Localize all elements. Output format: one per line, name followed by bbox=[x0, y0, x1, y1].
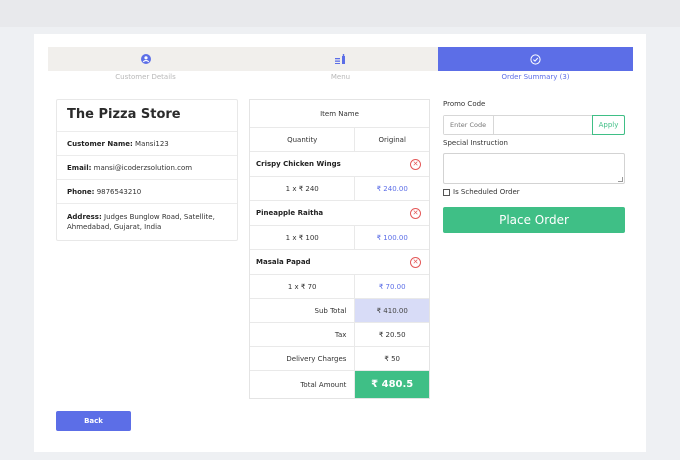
resize-grip-icon[interactable] bbox=[618, 177, 623, 182]
remove-item-icon[interactable]: ✕ bbox=[410, 256, 421, 268]
browser-top-bar bbox=[0, 0, 680, 27]
step-label: Order Summary (3) bbox=[438, 71, 633, 85]
col-quantity-header: Quantity bbox=[250, 128, 356, 151]
step-label: Customer Details bbox=[48, 71, 243, 85]
remove-item-icon[interactable]: ✕ bbox=[410, 207, 421, 219]
store-title: The Pizza Store bbox=[57, 100, 237, 132]
list-item: Crispy Chicken Wings ✕ bbox=[250, 152, 429, 176]
step-order-summary[interactable]: Order Summary (3) bbox=[438, 47, 633, 85]
step-menu[interactable]: Menu bbox=[243, 47, 438, 85]
scheduled-order-checkbox[interactable] bbox=[443, 188, 450, 196]
phone-value: 9876543210 bbox=[96, 187, 142, 196]
email-row: Email: mansi@icoderzsolution.com bbox=[57, 156, 237, 180]
apply-button[interactable]: Apply bbox=[592, 115, 625, 135]
store-info-card: The Pizza Store Customer Name: Mansi123 … bbox=[56, 99, 238, 241]
subtotal-value: ₹ 410.00 bbox=[355, 299, 429, 322]
order-items-table: Item Name Quantity Original Crispy Chick… bbox=[249, 99, 430, 399]
user-circle-icon bbox=[140, 47, 151, 71]
tax-label: Tax bbox=[250, 323, 356, 346]
item-price: ₹ 240.00 bbox=[376, 184, 408, 193]
step-label: Menu bbox=[243, 71, 438, 85]
total-value: ₹ 480.5 bbox=[355, 371, 429, 398]
promo-input-spacer[interactable] bbox=[494, 116, 593, 134]
item-quantity: 1 x ₹ 240 bbox=[250, 177, 356, 200]
back-button[interactable]: Back bbox=[56, 411, 131, 431]
promo-code-label: Promo Code bbox=[443, 100, 486, 108]
special-instruction-textarea[interactable] bbox=[443, 153, 625, 184]
list-item: Pineapple Raitha ✕ bbox=[250, 201, 429, 225]
subtotal-label: Sub Total bbox=[250, 299, 356, 322]
col-original-header: Original bbox=[378, 135, 406, 144]
promo-code-group: Apply bbox=[443, 115, 625, 135]
item-quantity: 1 x ₹ 100 bbox=[250, 226, 356, 249]
item-price: ₹ 70.00 bbox=[378, 282, 406, 291]
place-order-button[interactable]: Place Order bbox=[443, 207, 625, 233]
item-name: Pineapple Raitha bbox=[256, 209, 324, 217]
address-row: Address: Judges Bunglow Road, Satellite,… bbox=[57, 204, 237, 240]
menu-icon bbox=[335, 47, 346, 71]
table-header-item-name: Item Name bbox=[320, 109, 359, 118]
phone-label: Phone: bbox=[67, 187, 95, 196]
email-value: mansi@icoderzsolution.com bbox=[93, 163, 193, 172]
step-customer-details[interactable]: Customer Details bbox=[48, 47, 243, 85]
delivery-label: Delivery Charges bbox=[250, 347, 356, 370]
address-label: Address: bbox=[67, 213, 102, 221]
item-name: Crispy Chicken Wings bbox=[256, 160, 341, 168]
order-card: Customer Details Menu Order Summary (3) … bbox=[34, 34, 646, 452]
customer-name-value: Mansi123 bbox=[135, 139, 169, 148]
list-item: Masala Papad ✕ bbox=[250, 250, 429, 274]
email-label: Email: bbox=[67, 163, 92, 172]
phone-row: Phone: 9876543210 bbox=[57, 180, 237, 204]
promo-code-input[interactable] bbox=[444, 116, 494, 134]
check-circle-icon bbox=[530, 47, 541, 71]
total-label: Total Amount bbox=[250, 371, 356, 398]
delivery-value: ₹ 50 bbox=[384, 354, 401, 363]
special-instruction-label: Special Instruction bbox=[443, 139, 508, 147]
item-quantity: 1 x ₹ 70 bbox=[250, 275, 356, 298]
item-name: Masala Papad bbox=[256, 258, 311, 266]
tax-value: ₹ 20.50 bbox=[378, 330, 406, 339]
remove-item-icon[interactable]: ✕ bbox=[410, 158, 421, 170]
scheduled-order-toggle[interactable]: Is Scheduled Order bbox=[443, 188, 520, 196]
customer-name-label: Customer Name: bbox=[67, 139, 133, 148]
item-price: ₹ 100.00 bbox=[376, 233, 408, 242]
scheduled-order-label: Is Scheduled Order bbox=[453, 188, 520, 196]
stepper: Customer Details Menu Order Summary (3) bbox=[48, 47, 633, 85]
customer-name-row: Customer Name: Mansi123 bbox=[57, 132, 237, 156]
